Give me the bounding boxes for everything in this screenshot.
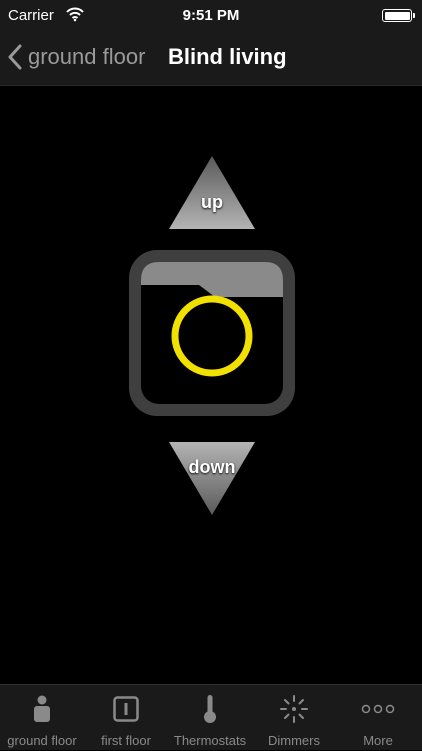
down-label: down [188, 457, 236, 477]
chevron-left-icon [8, 44, 22, 70]
tab-label: Thermostats [173, 733, 247, 748]
tab-dimmers[interactable]: Dimmers [252, 685, 336, 751]
battery-icon [382, 9, 415, 22]
tab-label: first floor [101, 733, 151, 748]
status-bar: Carrier 9:51 PM [0, 0, 422, 32]
page-title: Blind living [168, 44, 287, 69]
person-icon [0, 693, 84, 725]
tab-label: More [363, 733, 393, 748]
dimmer-icon [252, 693, 336, 725]
tab-label: ground floor [7, 733, 77, 748]
tab-more[interactable]: More [336, 685, 420, 751]
blind-control-panel: up down [0, 86, 422, 684]
tab-ground-floor[interactable]: ground floor [0, 685, 84, 751]
up-label: up [201, 192, 223, 212]
more-icon [336, 693, 420, 725]
tab-thermostats[interactable]: Thermostats [168, 685, 252, 751]
navigation-bar: ground floor Blind living [0, 32, 422, 86]
thermometer-icon [168, 693, 252, 725]
down-arrow-icon [169, 442, 255, 515]
status-time: 9:51 PM [182, 7, 240, 24]
blind-status-icon [125, 246, 299, 420]
down-button[interactable]: down [168, 442, 256, 516]
up-button[interactable]: up [168, 156, 256, 230]
back-button[interactable]: ground floor [8, 42, 145, 72]
tab-label: Dimmers [268, 733, 320, 748]
back-button-label: ground floor [28, 44, 146, 69]
tab-first-floor[interactable]: first floor [84, 685, 168, 751]
tab-bar: ground floor first floor Thermostats Dim… [0, 684, 422, 750]
switch-icon [84, 693, 168, 725]
